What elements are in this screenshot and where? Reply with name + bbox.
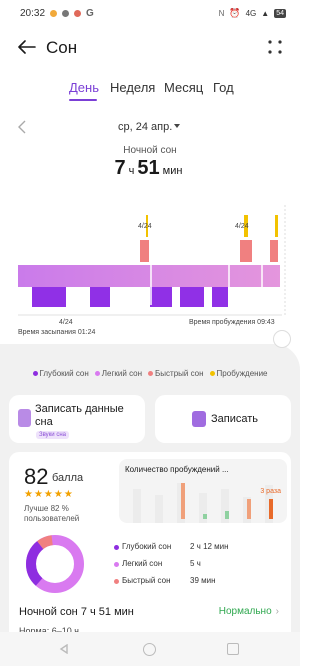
google-icon: G	[86, 7, 94, 19]
better-than-line1: Лучше 82 %	[24, 504, 69, 513]
better-than-text: Лучше 82 % пользователей	[24, 504, 79, 524]
header: Сон	[0, 28, 300, 68]
light-sleep-dot-icon	[114, 562, 119, 567]
night-sleep-status[interactable]: Нормально ›	[219, 606, 279, 617]
record-sleep-data-card[interactable]: Записать данные сна Звуки сна	[9, 395, 145, 443]
fall-asleep-time: Время засыпания 01:24	[18, 329, 96, 336]
chevron-down-icon[interactable]	[174, 124, 180, 128]
chat-icon	[62, 9, 70, 17]
breakdown-row-rem: Быстрый сон 39 мин	[114, 576, 284, 593]
summary-subtitle: Ночной сон	[123, 145, 177, 156]
breakdown-row-light: Легкий сон 5 ч	[114, 559, 284, 576]
more-button[interactable]	[264, 36, 286, 58]
star-rating-icon: ★★★★★	[24, 489, 74, 500]
breakdown-rem-name: Быстрый сон	[122, 576, 171, 585]
breakdown-rem-value: 39 мин	[190, 576, 216, 585]
chevron-right-icon: ›	[275, 606, 279, 617]
record-data-line2: сна	[35, 416, 53, 428]
legend-deep-label: Глубокий сон	[39, 368, 89, 378]
previous-date-button[interactable]	[17, 120, 31, 136]
health-icon	[74, 9, 82, 17]
breakdown-light-name: Легкий сон	[122, 559, 163, 568]
rem-sleep-dot-icon	[114, 579, 119, 584]
breakdown-row-deep: Глубокий сон 2 ч 12 мин	[114, 542, 284, 559]
awake-dot-icon	[209, 370, 215, 376]
wakeups-count: 3 раза	[260, 488, 281, 495]
wakeups-card[interactable]: Количество пробуждений ... 3 раза	[119, 459, 287, 523]
legend-rem: Быстрый сон	[148, 366, 204, 380]
status-left: 20:32 G	[20, 8, 94, 19]
grid-dots-icon	[268, 40, 282, 54]
nfc-icon: N	[218, 8, 225, 18]
record-data-icon	[18, 409, 31, 427]
rem-sleep-dot-icon	[148, 370, 154, 376]
light-sleep-dot-icon	[94, 370, 100, 376]
battery-icon: 54	[274, 8, 286, 18]
chart-handle[interactable]	[273, 330, 291, 348]
record-card[interactable]: Записать	[155, 395, 291, 443]
summary-duration: 7 ч 51 мин	[0, 157, 300, 180]
wake-up-time: Время пробуждения 09:43	[189, 319, 275, 326]
legend-awake-label: Пробуждение	[216, 368, 268, 378]
summary-minutes: 51	[137, 157, 160, 179]
date-label[interactable]: ср, 24 апр.	[118, 121, 172, 133]
hypnogram-top-date-right: 4/24	[235, 223, 249, 230]
note-edit-icon	[192, 411, 206, 427]
date-selector: ср, 24 апр.	[0, 118, 300, 138]
night-sleep-status-label: Нормально	[218, 606, 272, 617]
back-button[interactable]	[14, 34, 40, 60]
nav-recent-icon[interactable]	[227, 643, 239, 655]
legend-rem-label: Быстрый сон	[155, 368, 204, 378]
tab-bar: День Неделя Месяц Год	[0, 80, 300, 104]
network-label: 4G	[245, 8, 257, 18]
page-title: Сон	[46, 38, 78, 57]
sleep-score-card: 82 балла ★★★★★ Лучше 82 % пользователей …	[9, 452, 291, 636]
status-time: 20:32	[20, 7, 46, 19]
sleep-hypnogram[interactable]: 4/24 4/24 4/24 Время засыпания 01:24 Вре…	[0, 205, 300, 340]
nav-back-icon[interactable]	[59, 644, 69, 654]
breakdown-deep-value: 2 ч 12 мин	[190, 542, 229, 551]
legend-deep: Глубокий сон	[32, 366, 89, 380]
legend-light: Легкий сон	[94, 366, 143, 380]
tab-year[interactable]: Год	[213, 80, 234, 95]
tab-month[interactable]: Месяц	[164, 80, 203, 95]
tab-day[interactable]: День	[69, 80, 99, 95]
chevron-left-icon	[18, 120, 26, 134]
status-right: N ⏰ 4G ▲ 54	[219, 8, 286, 19]
legend-light-label: Легкий сон	[101, 368, 143, 378]
night-sleep-title: Ночной сон 7 ч 51 мин	[19, 606, 134, 618]
notification-icon	[50, 9, 58, 17]
alarm-icon: ⏰	[229, 7, 241, 18]
tab-week[interactable]: Неделя	[110, 80, 155, 95]
breakdown-light-value: 5 ч	[190, 559, 201, 568]
tab-indicator	[69, 99, 97, 101]
legend-awake: Пробуждение	[209, 366, 268, 380]
record-data-label: Записать данные сна	[35, 403, 124, 429]
system-nav-bar	[0, 632, 300, 666]
breakdown-deep-name: Глубокий сон	[122, 542, 172, 551]
summary-hours-unit: ч	[128, 165, 135, 177]
sleep-score-unit: балла	[52, 472, 84, 484]
hypnogram-top-date-left: 4/24	[138, 223, 152, 230]
summary-hours: 7	[114, 157, 126, 179]
deep-sleep-dot-icon	[32, 370, 38, 376]
sleep-score-value: 82	[24, 464, 49, 489]
nav-home-icon[interactable]	[143, 643, 156, 656]
status-bar: 20:32 G N ⏰ 4G ▲ 54	[0, 0, 300, 26]
better-than-line2: пользователей	[24, 514, 80, 523]
record-label: Записать	[211, 413, 259, 425]
arrow-left-icon	[18, 40, 36, 54]
signal-icon: ▲	[261, 8, 270, 18]
sleep-sounds-badge: Звуки сна	[36, 431, 69, 439]
sleep-breakdown-list: Глубокий сон 2 ч 12 мин Легкий сон 5 ч Б…	[114, 542, 284, 593]
hypnogram-bottom-date: 4/24	[59, 319, 73, 326]
record-data-line1: Записать данные	[35, 403, 124, 415]
summary-minutes-unit: мин	[162, 165, 183, 177]
deep-sleep-dot-icon	[114, 545, 119, 550]
sleep-breakdown-donut	[26, 535, 84, 593]
sleep-legend: Глубокий сон Легкий сон Быстрый сон Проб…	[0, 366, 300, 380]
